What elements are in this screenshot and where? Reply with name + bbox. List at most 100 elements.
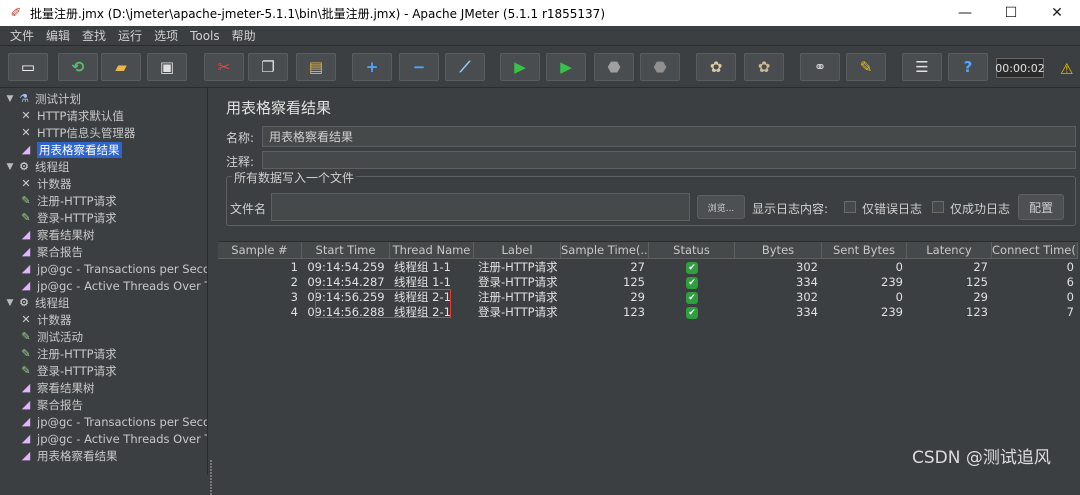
- start-no-pause-button[interactable]: ▶: [546, 53, 586, 81]
- tree-node[interactable]: ✎ 测试活动: [18, 328, 83, 345]
- function-helper-button[interactable]: ☰: [902, 53, 942, 81]
- paste-icon: ▤: [308, 58, 324, 76]
- menu-tools[interactable]: Tools: [184, 26, 226, 46]
- stop-button[interactable]: ⬣: [594, 53, 634, 81]
- cell-start-time: 09:14:54.259: [307, 260, 385, 274]
- tree-node[interactable]: ✎ 注册-HTTP请求: [18, 192, 116, 209]
- graph-icon: ◢: [21, 415, 31, 428]
- pen-icon: ✎: [21, 347, 31, 360]
- filename-input[interactable]: [271, 193, 690, 221]
- configure-button[interactable]: 配置: [1018, 194, 1064, 220]
- column-header-sample-number[interactable]: Sample #: [218, 242, 302, 259]
- splitter-grip-dot: [210, 484, 212, 486]
- table-row[interactable]: 2 09:14:54.287 线程组 1-1 登录-HTTP请求 125 ✔ 334 239 1…: [218, 275, 1078, 290]
- column-header-label[interactable]: Label: [474, 242, 561, 259]
- column-header-sample-time[interactable]: Sample Time(...: [561, 242, 649, 259]
- column-header-thread-name[interactable]: Thread Name: [390, 242, 474, 259]
- tree-node[interactable]: ✕ HTTP请求默认值: [18, 107, 124, 124]
- tree-node[interactable]: ◢ 用表格察看结果: [18, 141, 122, 158]
- browse-button[interactable]: 浏览...: [697, 195, 745, 219]
- cell-sample-time: 125: [623, 275, 645, 289]
- column-header-start-time[interactable]: Start Time: [302, 242, 390, 259]
- column-header-latency[interactable]: Latency: [907, 242, 992, 259]
- warning-icon[interactable]: ⚠: [1060, 60, 1073, 78]
- cell-sent-bytes: 239: [881, 275, 903, 289]
- tree-node[interactable]: ◢ jp@gc - Active Threads Over Tir: [18, 430, 207, 447]
- tree-node[interactable]: ◢ 察看结果树: [18, 226, 95, 243]
- expand-button[interactable]: +: [352, 53, 392, 81]
- close-button[interactable]: ✕: [1034, 0, 1080, 26]
- expand-toggle-icon[interactable]: ▼: [4, 298, 16, 308]
- tree-node[interactable]: ◢ 聚合报告: [18, 396, 83, 413]
- new-button[interactable]: ▭: [8, 53, 48, 81]
- tree-node-group[interactable]: ▼ ⚗ 测试计划: [4, 90, 81, 107]
- tree-node[interactable]: ◢ jp@gc - Transactions per Seco: [18, 413, 207, 430]
- menu-run[interactable]: 运行: [112, 26, 148, 46]
- menu-file[interactable]: 文件: [4, 26, 40, 46]
- open-button[interactable]: ▰: [101, 53, 141, 81]
- cell-label: 登录-HTTP请求: [478, 275, 558, 289]
- cell-label: 注册-HTTP请求: [478, 290, 558, 304]
- maximize-button[interactable]: ☐: [988, 0, 1034, 26]
- menu-help[interactable]: 帮助: [226, 26, 262, 46]
- menu-options[interactable]: 选项: [148, 26, 184, 46]
- shutdown-button[interactable]: ⬣: [640, 53, 680, 81]
- tree-node[interactable]: ✕ 计数器: [18, 311, 71, 328]
- clear-all-icon: ✿: [757, 58, 771, 76]
- column-header-status[interactable]: Status: [649, 242, 735, 259]
- wrench-icon: ✕: [21, 177, 31, 190]
- tree-node[interactable]: ◢ 聚合报告: [18, 243, 83, 260]
- status-ok-icon: ✔: [686, 306, 698, 319]
- tree-node-group[interactable]: ▼ ⚙ 线程组: [4, 294, 70, 311]
- graph-icon: ◢: [21, 381, 31, 394]
- expand-toggle-icon[interactable]: ▼: [4, 94, 16, 104]
- tree-node-label: 登录-HTTP请求: [37, 363, 117, 378]
- wrench-icon: ✕: [21, 126, 31, 139]
- name-field[interactable]: 用表格察看结果: [262, 126, 1076, 147]
- column-header-bytes[interactable]: Bytes: [735, 242, 822, 259]
- tree-node[interactable]: ✎ 登录-HTTP请求: [18, 362, 117, 379]
- errors-only-checkbox[interactable]: [844, 201, 856, 213]
- collapse-button[interactable]: −: [399, 53, 439, 81]
- cell-latency: 125: [966, 275, 988, 289]
- expand-toggle-icon[interactable]: ▼: [4, 162, 16, 172]
- tree-node[interactable]: ✎ 注册-HTTP请求: [18, 345, 116, 362]
- comment-field[interactable]: [262, 151, 1076, 169]
- minimize-button[interactable]: —: [942, 0, 988, 26]
- toggle-button[interactable]: ⟋: [445, 53, 485, 81]
- reset-search-button[interactable]: ✎: [846, 53, 886, 81]
- column-header-connect-time[interactable]: Connect Time(...: [992, 242, 1078, 259]
- cell-label: 登录-HTTP请求: [478, 305, 558, 319]
- tree-node[interactable]: ◢ jp@gc - Transactions per Seco: [18, 260, 207, 277]
- menu-edit[interactable]: 编辑: [40, 26, 76, 46]
- reset-search-icon: ✎: [859, 58, 873, 76]
- cell-label: 注册-HTTP请求: [478, 260, 558, 274]
- start-button[interactable]: ▶: [500, 53, 540, 81]
- help-button[interactable]: ?: [948, 53, 988, 81]
- tree-node[interactable]: ◢ jp@gc - Active Threads Over Tir: [18, 277, 207, 294]
- tree-node[interactable]: ✕ 计数器: [18, 175, 71, 192]
- cell-sample-number: 2: [290, 275, 298, 289]
- tree-node-group[interactable]: ▼ ⚙ 线程组: [4, 158, 70, 175]
- clear-all-button[interactable]: ✿: [744, 53, 784, 81]
- column-header-sent-bytes[interactable]: Sent Bytes: [822, 242, 907, 259]
- clear-button[interactable]: ✿: [696, 53, 736, 81]
- test-plan-tree: ▼ ⚗ 测试计划 ✕ HTTP请求默认值 ✕ HTTP信息头管理器 ◢ 用表格察看结果 ▼ ⚙ 线程组…: [0, 88, 208, 475]
- tree-node[interactable]: ◢ 用表格察看结果: [18, 447, 118, 464]
- copy-button[interactable]: ❐: [248, 53, 288, 81]
- search-button[interactable]: ⚭: [800, 53, 840, 81]
- cut-button[interactable]: ✂: [204, 53, 244, 81]
- tree-node[interactable]: ✎ 登录-HTTP请求: [18, 209, 116, 226]
- menu-search[interactable]: 查找: [76, 26, 112, 46]
- templates-button[interactable]: ⟲: [58, 53, 98, 81]
- graph-icon: ◢: [21, 398, 31, 411]
- filename-label: 文件名: [230, 202, 267, 216]
- table-row[interactable]: 1 09:14:54.259 线程组 1-1 注册-HTTP请求 27 ✔ 302 0 27 0: [218, 260, 1078, 275]
- success-only-checkbox[interactable]: [932, 201, 944, 213]
- tree-node[interactable]: ✕ HTTP信息头管理器: [18, 124, 135, 141]
- save-button[interactable]: ▣: [147, 53, 187, 81]
- tree-node-label: 线程组: [35, 295, 70, 310]
- log-content-label: 显示日志内容:: [752, 202, 829, 216]
- tree-node[interactable]: ◢ 察看结果树: [18, 379, 95, 396]
- paste-button[interactable]: ▤: [296, 53, 336, 81]
